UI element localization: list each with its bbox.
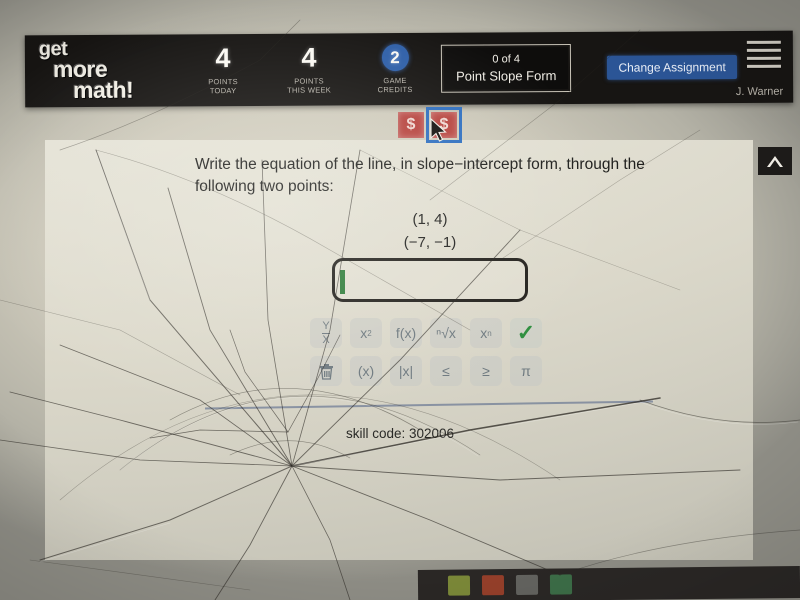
points-week-value: 4 — [301, 42, 317, 73]
text-cursor — [340, 270, 345, 294]
parentheses-button[interactable]: (x) — [350, 356, 382, 386]
fraction-button[interactable]: Y X — [310, 318, 342, 348]
math-keypad-toolbar: Y X x2 f(x) ⁿ√x xn ✓ (x) |x| ≤ ≥ π — [310, 318, 542, 394]
hamburger-line — [746, 48, 781, 52]
assignment-progress: 0 of 4 — [492, 53, 520, 66]
subscript-base: x — [480, 325, 488, 341]
app-header-bar: get more math! 4 POINTS TODAY 4 POINTS T… — [24, 30, 794, 108]
greater-than-equal-button[interactable]: ≥ — [470, 356, 502, 386]
math-keypad-row-2: (x) |x| ≤ ≥ π — [310, 356, 542, 386]
points-today-label-1: POINTS — [208, 76, 238, 86]
game-credits-label-2: CREDITS — [377, 84, 413, 95]
game-credits-value: 2 — [381, 43, 409, 71]
user-name-label[interactable]: J. Warner — [736, 86, 783, 98]
taskbar-icon-green[interactable] — [447, 575, 471, 596]
assignment-name: Point Slope Form — [455, 68, 557, 84]
chevron-up-glyph — [767, 156, 783, 167]
chevron-up-icon[interactable] — [758, 147, 792, 175]
points-today-label-2: TODAY — [209, 86, 237, 96]
stat-points-today: 4 POINTS TODAY — [191, 42, 255, 96]
stat-game-credits[interactable]: 2 GAME CREDITS — [363, 43, 427, 95]
square-base: x — [360, 325, 368, 341]
game-credits-label-1: GAME — [383, 75, 407, 85]
taskbar-icon-excel[interactable] — [549, 574, 573, 595]
cracked-screen-photo: get more math! 4 POINTS TODAY 4 POINTS T… — [0, 0, 800, 600]
question-points: (1, 4) (−7, −1) — [195, 208, 665, 255]
absolute-value-button[interactable]: |x| — [390, 356, 422, 386]
function-button[interactable]: f(x) — [390, 318, 422, 348]
change-assignment-button[interactable]: Change Assignment — [607, 54, 737, 80]
point-1: (1, 4) — [412, 211, 448, 228]
taskbar-icon-gray[interactable] — [515, 574, 539, 595]
desktop-taskbar — [417, 566, 800, 600]
app-logo[interactable]: get more math! — [25, 38, 175, 104]
points-week-label-2: THIS WEEK — [287, 85, 332, 95]
square-power-button[interactable]: x2 — [350, 318, 382, 348]
hamburger-menu-icon[interactable] — [746, 40, 781, 73]
reward-tiles-group: $ $ — [398, 107, 462, 143]
hamburger-line — [746, 64, 781, 68]
square-exponent: 2 — [367, 328, 372, 338]
points-week-label-1: POINTS — [294, 76, 324, 86]
points-today-value: 4 — [215, 42, 231, 73]
math-keypad-row-1: Y X x2 f(x) ⁿ√x xn ✓ — [310, 318, 542, 348]
less-than-equal-button[interactable]: ≤ — [430, 356, 462, 386]
trash-icon — [319, 363, 333, 380]
points-today-label: POINTS TODAY — [191, 77, 255, 96]
skill-code-label: skill code: 302006 — [345, 426, 455, 441]
stats-group: 4 POINTS TODAY 4 POINTS THIS WEEK 2 GAME… — [191, 42, 427, 96]
nth-root-button[interactable]: ⁿ√x — [430, 318, 462, 348]
fraction-numerator: Y — [322, 319, 330, 334]
subscript-index: n — [487, 328, 492, 338]
logo-line-math: math! — [73, 76, 134, 104]
answer-input[interactable] — [332, 258, 528, 302]
subscript-button[interactable]: xn — [470, 318, 502, 348]
game-credits-label: GAME CREDITS — [363, 76, 427, 95]
point-2: (−7, −1) — [403, 234, 457, 252]
hamburger-line — [746, 40, 781, 44]
points-week-label: POINTS THIS WEEK — [277, 76, 341, 95]
fraction-glyph: Y X — [322, 319, 330, 346]
submit-check-button[interactable]: ✓ — [510, 318, 542, 348]
pi-button[interactable]: π — [510, 356, 542, 386]
taskbar-icon-red[interactable] — [481, 575, 505, 596]
dollar-sign-icon-tile-1[interactable]: $ — [398, 112, 424, 138]
fraction-denominator: X — [322, 333, 330, 346]
hamburger-line — [746, 56, 781, 60]
stat-points-this-week: 4 POINTS THIS WEEK — [277, 42, 341, 95]
mouse-cursor — [430, 118, 447, 142]
current-assignment-box[interactable]: 0 of 4 Point Slope Form — [440, 44, 572, 93]
delete-trash-button[interactable] — [310, 356, 342, 386]
question-prompt: Write the equation of the line, in slope… — [195, 156, 645, 196]
